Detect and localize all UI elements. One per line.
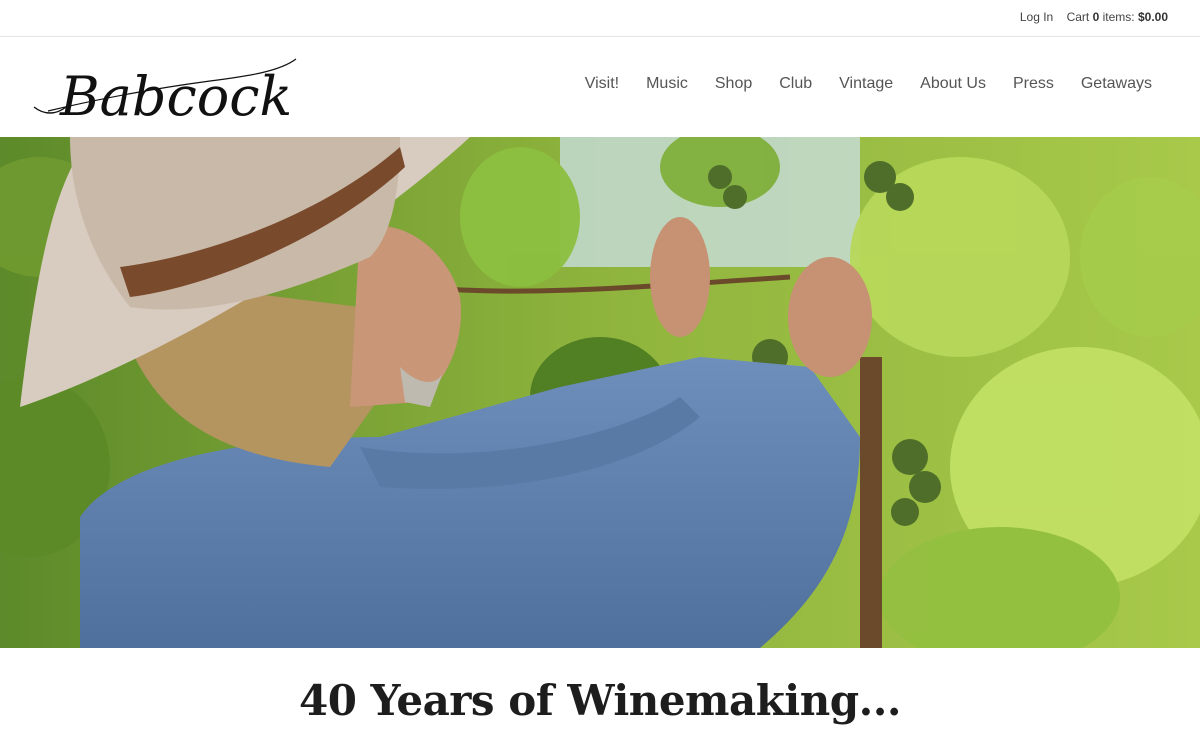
brand-logo[interactable]: Babcock [30,45,300,131]
nav-shop[interactable]: Shop [715,75,752,93]
nav-press[interactable]: Press [1013,75,1054,93]
nav-vintage[interactable]: Vintage [839,75,893,93]
logo-text: Babcock [59,65,292,128]
nav-getaways[interactable]: Getaways [1081,75,1152,93]
cart-total: $0.00 [1137,10,1168,24]
utility-bar: Log In Cart 0 items: $0.00 [0,0,1200,37]
cart-link[interactable]: Cart 0 items: $0.00 [1067,10,1168,24]
nav-visit[interactable]: Visit! [585,75,619,93]
logo-wordmark: Babcock [33,58,297,128]
login-link[interactable]: Log In [1020,10,1053,24]
hero-photo [0,137,1200,648]
cart-label: Cart [1066,10,1090,24]
site-header: Babcock Visit! Music Shop Club Vintage A… [0,37,1200,137]
nav-music[interactable]: Music [646,75,688,93]
utility-links: Log In Cart 0 items: $0.00 [1020,10,1168,24]
cart-items-label: items: [1102,10,1135,24]
main-nav: Visit! Music Shop Club Vintage About Us … [558,75,1152,93]
page-headline: 40 Years of Winemaking... [298,676,902,725]
cart-count: 0 [1092,10,1100,24]
nav-club[interactable]: Club [779,75,812,93]
hero-image [0,137,1200,648]
nav-about-us[interactable]: About Us [920,75,986,93]
